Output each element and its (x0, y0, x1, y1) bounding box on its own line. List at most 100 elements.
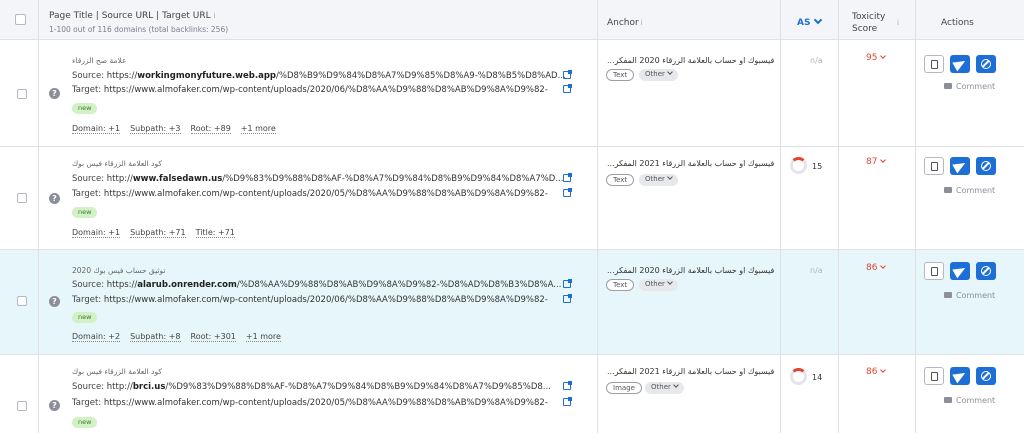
table-row: ? كود العلامة الزرقاء فيس بوك Source: ht… (0, 147, 1024, 250)
table-row: ? علامة صح الزرقاء Source: https://worki… (0, 40, 1024, 147)
page-title: كود العلامة الزرقاء فيس بوك (72, 159, 162, 168)
col-divider (915, 0, 916, 40)
anchor-type-chip: Image (606, 382, 642, 394)
send-button[interactable] (950, 367, 970, 385)
external-link-icon[interactable] (563, 397, 572, 406)
target-url[interactable]: Target: https://www.almofaker.com/wp-con… (72, 398, 567, 408)
comment-icon (944, 83, 952, 89)
authority-score: 14 (812, 373, 823, 382)
source-url[interactable]: Source: http://www.falsedawn.us/%D9%83%D… (72, 174, 567, 184)
new-badge: new (72, 207, 98, 218)
target-url[interactable]: Target: https://www.almofaker.com/wp-con… (72, 85, 567, 95)
anchor-category-dropdown[interactable]: Other (639, 279, 678, 291)
paper-plane-icon (952, 263, 968, 279)
results-count: 1-100 out of 116 domains (total backlink… (49, 25, 229, 34)
authority-score: n/a (810, 266, 823, 275)
table-row: ? كود العلامة الزرقاء فيس بوك Source: ht… (0, 355, 1024, 433)
target-url[interactable]: Target: https://www.almofaker.com/wp-con… (72, 189, 567, 199)
new-badge: new (72, 312, 98, 323)
authority-score: 15 (812, 162, 823, 171)
external-link-icon[interactable] (563, 294, 572, 303)
send-button[interactable] (950, 55, 970, 73)
export-button[interactable] (924, 55, 944, 73)
export-button[interactable] (924, 157, 944, 175)
comment-icon (944, 292, 952, 298)
chevron-down-icon (667, 279, 673, 285)
target-url[interactable]: Target: https://www.almofaker.com/wp-con… (72, 295, 567, 305)
disavow-button[interactable] (976, 157, 996, 175)
comment-button[interactable]: Comment (944, 186, 995, 195)
export-button[interactable] (924, 262, 944, 280)
comment-icon (944, 397, 952, 403)
col-divider (780, 0, 781, 40)
comment-button[interactable]: Comment (944, 396, 995, 405)
external-link-icon[interactable] (563, 381, 572, 390)
external-link-icon[interactable] (563, 173, 572, 182)
chevron-down-icon (880, 157, 887, 163)
info-icon[interactable]: i (641, 19, 643, 27)
toxicity-score-dropdown[interactable]: 95 (866, 53, 887, 63)
col-divider (838, 0, 839, 40)
anchor-type-chip: Text (606, 279, 635, 291)
link-metrics[interactable]: Domain: +1 Subpath: +71 Title: +71 (72, 228, 245, 238)
select-all-checkbox[interactable] (15, 14, 26, 25)
external-link-icon[interactable] (563, 84, 572, 93)
row-checkbox[interactable] (17, 401, 27, 411)
disavow-button[interactable] (976, 367, 996, 385)
authority-score-ring (790, 157, 807, 174)
anchor-category-dropdown[interactable]: Other (639, 174, 678, 186)
chevron-down-icon (667, 69, 673, 75)
anchor-text: ...ء فيسبوك او حساب بالعلامة الزرقاء 202… (607, 56, 777, 65)
document-icon (931, 372, 938, 381)
authority-score: n/a (810, 56, 823, 65)
export-button[interactable] (924, 367, 944, 385)
question-icon[interactable]: ? (49, 88, 60, 99)
page-title: كود العلامة الزرقاء فيس بوك (72, 367, 162, 376)
source-url[interactable]: Source: https://alarub.onrender.com/%D8%… (72, 280, 567, 290)
external-link-icon[interactable] (563, 279, 572, 288)
paper-plane-icon (952, 56, 968, 72)
column-header-actions: Actions (941, 18, 974, 28)
paper-plane-icon (952, 158, 968, 174)
send-button[interactable] (950, 157, 970, 175)
disavow-button[interactable] (976, 262, 996, 280)
info-icon[interactable]: i (897, 19, 899, 27)
column-header-anchor[interactable]: Anchor i (607, 18, 643, 28)
anchor-category-dropdown[interactable]: Other (645, 382, 684, 394)
column-header-page[interactable]: Page Title | Source URL | Target URL i (49, 11, 216, 21)
anchor-category-dropdown[interactable]: Other (639, 69, 678, 81)
toxicity-score-dropdown[interactable]: 87 (866, 157, 887, 167)
toxicity-score-dropdown[interactable]: 86 (866, 263, 887, 273)
comment-button[interactable]: Comment (944, 82, 995, 91)
question-icon[interactable]: ? (49, 193, 60, 204)
column-header-as-sort[interactable]: AS (797, 15, 823, 28)
source-url[interactable]: Source: http://brci.us/%D9%83%D9%88%D8%A… (72, 382, 567, 392)
chevron-down-icon (880, 263, 887, 269)
source-url[interactable]: Source: https://workingmonyfuture.web.ap… (72, 71, 567, 81)
send-button[interactable] (950, 262, 970, 280)
document-icon (931, 60, 938, 69)
row-checkbox[interactable] (17, 193, 27, 203)
column-header-toxicity[interactable]: Toxicity (852, 12, 885, 22)
column-header-toxicity-score[interactable]: Score (852, 24, 877, 34)
link-metrics[interactable]: Domain: +2 Subpath: +8 Root: +301 +1 more (72, 332, 291, 342)
document-icon (931, 267, 938, 276)
page-title: توثيق حساب فيس بوك 2020 (72, 266, 166, 275)
row-checkbox[interactable] (17, 89, 27, 99)
row-checkbox[interactable] (17, 296, 27, 306)
external-link-icon[interactable] (563, 188, 572, 197)
question-icon[interactable]: ? (49, 296, 60, 307)
col-divider (597, 0, 598, 40)
ban-icon (981, 161, 991, 171)
chevron-down-icon (880, 53, 887, 59)
question-icon[interactable]: ? (49, 400, 60, 411)
comment-button[interactable]: Comment (944, 291, 995, 300)
link-metrics[interactable]: Domain: +1 Subpath: +3 Root: +89 +1 more (72, 124, 286, 134)
info-icon[interactable]: i (214, 12, 216, 20)
paper-plane-icon (952, 368, 968, 384)
chevron-down-icon (667, 174, 673, 180)
external-link-icon[interactable] (563, 70, 572, 79)
disavow-button[interactable] (976, 55, 996, 73)
toxicity-score-dropdown[interactable]: 86 (866, 367, 887, 377)
table-row: ? توثيق حساب فيس بوك 2020 Source: https:… (0, 250, 1024, 355)
